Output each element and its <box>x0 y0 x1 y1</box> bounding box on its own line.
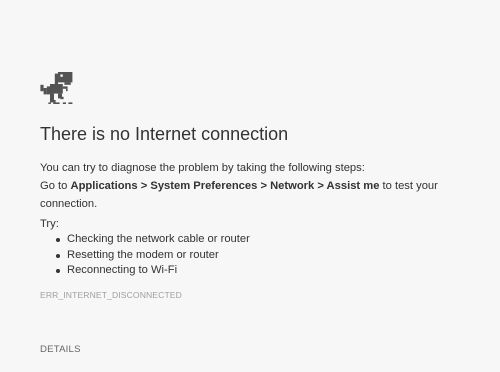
details-button[interactable]: DETAILS <box>40 344 81 355</box>
bullet-icon <box>56 253 60 258</box>
diagnose-instructions: You can try to diagnose the problem by t… <box>40 159 480 213</box>
suggestion-item: Reconnecting to Wi-Fi <box>50 263 250 279</box>
suggestion-text: Checking the network cable or router <box>67 233 250 245</box>
page-title: There is no Internet connection <box>40 124 289 144</box>
error-code: ERR_INTERNET_DISCONNECTED <box>40 290 182 300</box>
dino-icon <box>40 72 73 104</box>
instruction-go-to: Go to <box>40 180 68 192</box>
suggestion-item: Checking the network cable or router <box>50 232 250 248</box>
try-label: Try: <box>40 218 59 230</box>
network-instruction: Go to Applications > System Preferences … <box>40 177 480 213</box>
bullet-icon <box>56 238 60 242</box>
bullet-icon <box>56 269 60 273</box>
suggestions-list: Checking the network cable or router Res… <box>50 232 250 279</box>
suggestion-item: Resetting the modem or router <box>50 248 250 264</box>
suggestion-text: Resetting the modem or router <box>67 248 219 261</box>
settings-path: Applications > System Preferences > Netw… <box>70 180 380 192</box>
suggestion-text: Reconnecting to Wi-Fi <box>67 264 178 276</box>
intro-text: You can try to diagnose the problem by t… <box>40 162 365 174</box>
